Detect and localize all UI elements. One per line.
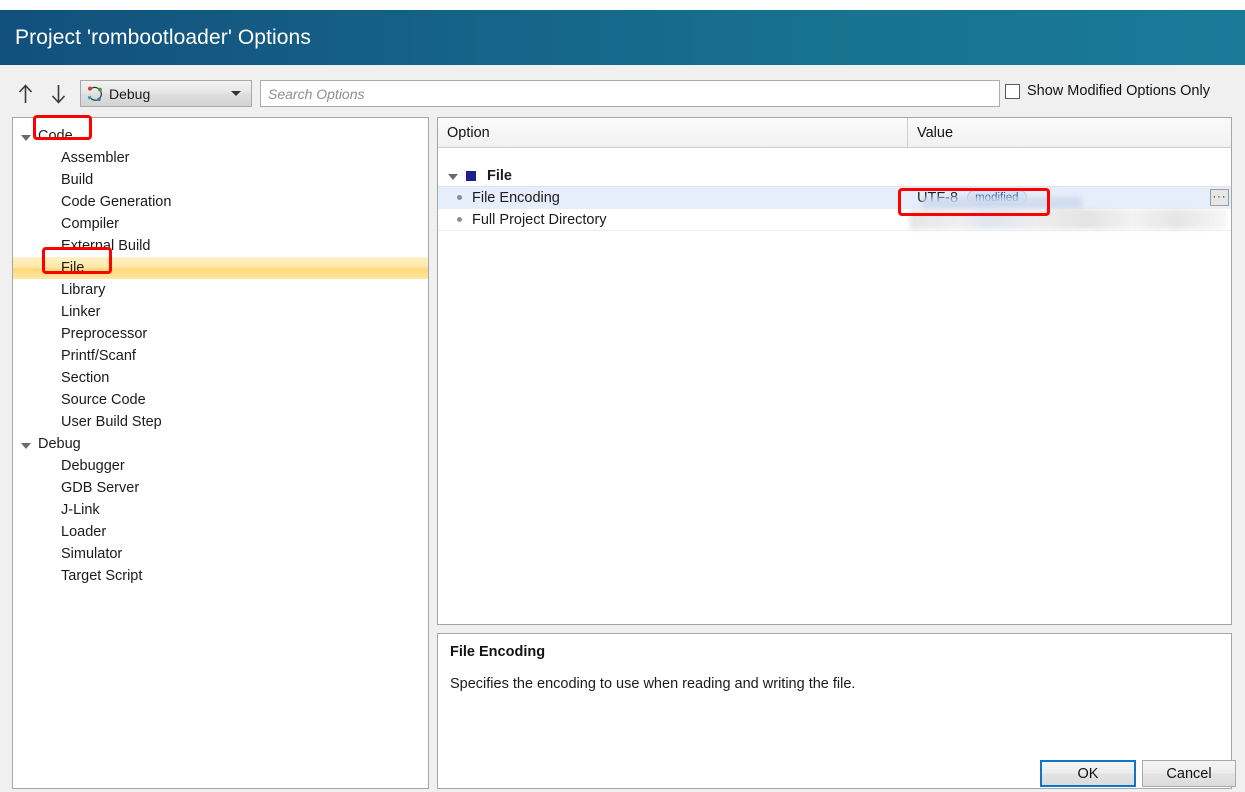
bullet-icon: [457, 217, 462, 222]
table-body: File File Encoding UTF-8 modified ···: [438, 148, 1231, 231]
option-label: File Encoding: [472, 189, 560, 206]
options-dialog: Project 'rombootloader' Options Debug Se…: [0, 0, 1245, 792]
sidebar-item-simulator[interactable]: Simulator: [13, 543, 428, 565]
tree-group-debug[interactable]: Debug: [13, 433, 428, 455]
tree-group-label: Debug: [38, 436, 81, 452]
checkbox-box-icon: [1005, 83, 1020, 99]
sidebar-item-linker[interactable]: Linker: [13, 301, 428, 323]
sidebar-item-user-build-step[interactable]: User Build Step: [13, 411, 428, 433]
tree-item-label: J-Link: [61, 502, 100, 518]
chevron-down-icon: [448, 174, 458, 180]
sidebar-item-build[interactable]: Build: [13, 169, 428, 191]
group-value-cell: [908, 165, 1231, 186]
tree-item-label: Debugger: [61, 458, 125, 474]
table-row[interactable]: File Encoding UTF-8 modified ···: [438, 187, 1231, 209]
tree-item-label: Build: [61, 172, 94, 188]
column-header-value[interactable]: Value: [908, 118, 1231, 147]
table-row[interactable]: Full Project Directory: [438, 197, 1231, 231]
sidebar-item-section[interactable]: Section: [13, 367, 428, 389]
build-config-icon: [86, 85, 104, 103]
chevron-down-icon: [21, 134, 31, 141]
cancel-button[interactable]: Cancel: [1142, 760, 1236, 787]
table-header-row: Option Value: [438, 118, 1231, 148]
sidebar-item-preprocessor[interactable]: Preprocessor: [13, 323, 428, 345]
ok-button[interactable]: OK: [1040, 760, 1136, 787]
description-text: Specifies the encoding to use when readi…: [450, 676, 856, 692]
tree-item-label: Preprocessor: [61, 326, 148, 342]
sidebar-item-compiler[interactable]: Compiler: [13, 213, 428, 235]
column-header-option[interactable]: Option: [438, 118, 908, 147]
navigate-forward-button[interactable]: [45, 80, 71, 108]
sidebar-item-assembler[interactable]: Assembler: [13, 147, 428, 169]
dialog-title: Project 'rombootloader' Options: [15, 25, 311, 49]
options-table[interactable]: Option Value File File Encoding ··· Full…: [437, 117, 1232, 625]
group-marker-icon: [466, 170, 476, 181]
sidebar-item-source-code[interactable]: Source Code: [13, 389, 428, 411]
sidebar-item-code-generation[interactable]: Code Generation: [13, 191, 428, 213]
tree-item-label: Section: [61, 370, 110, 386]
tree-item-label: External Build: [61, 238, 151, 254]
show-modified-only-label: Show Modified Options Only: [1027, 83, 1210, 99]
tree-item-label: Simulator: [61, 546, 123, 562]
tree-group-label: Code: [38, 128, 73, 144]
sidebar-item-target-script[interactable]: Target Script: [13, 565, 428, 587]
sidebar-item-file[interactable]: File: [13, 257, 428, 279]
table-group-file[interactable]: File: [438, 165, 1231, 187]
option-label: Full Project Directory: [472, 211, 607, 228]
tree-item-label: Target Script: [61, 568, 143, 584]
description-title: File Encoding: [450, 644, 546, 660]
tree-item-label: Compiler: [61, 216, 120, 232]
sidebar-item-debugger[interactable]: Debugger: [13, 455, 428, 477]
tree-item-label: Code Generation: [61, 194, 172, 210]
browse-button[interactable]: ···: [1210, 189, 1229, 206]
bullet-icon: [457, 195, 462, 200]
options-category-tree[interactable]: Code Assembler Build Code Generation Com…: [12, 117, 429, 789]
tree-group-code[interactable]: Code: [13, 125, 428, 147]
sidebar-item-library[interactable]: Library: [13, 279, 428, 301]
arrow-down-icon: [51, 85, 65, 104]
group-label: File: [487, 167, 512, 184]
search-placeholder: Search Options: [268, 85, 365, 102]
option-value-cell[interactable]: [908, 197, 1231, 230]
tree-item-label: Printf/Scanf: [61, 348, 136, 364]
option-name-cell: Full Project Directory: [438, 209, 908, 230]
tree-item-label: Assembler: [61, 150, 130, 166]
group-option-cell: File: [438, 165, 908, 186]
option-name-cell: File Encoding: [438, 187, 908, 208]
chevron-down-icon: [231, 91, 241, 96]
dialog-title-bar: Project 'rombootloader' Options: [0, 10, 1245, 65]
sidebar-item-external-build[interactable]: External Build: [13, 235, 428, 257]
window-top-edge: [0, 0, 1245, 10]
redacted-value-overlay: [910, 209, 1228, 229]
tree-item-label: Loader: [61, 524, 107, 540]
dialog-body: Debug Search Options Show Modified Optio…: [0, 65, 1245, 792]
tree-item-label: Linker: [61, 304, 101, 320]
show-modified-only-checkbox[interactable]: Show Modified Options Only: [1005, 83, 1210, 99]
chevron-down-icon: [21, 442, 31, 449]
sidebar-item-loader[interactable]: Loader: [13, 521, 428, 543]
options-toolbar: Debug Search Options Show Modified Optio…: [0, 80, 1245, 112]
search-options-input[interactable]: Search Options: [260, 80, 1000, 107]
sidebar-item-j-link[interactable]: J-Link: [13, 499, 428, 521]
tree-item-label: User Build Step: [61, 414, 162, 430]
sidebar-item-gdb-server[interactable]: GDB Server: [13, 477, 428, 499]
build-configuration-value: Debug: [109, 85, 151, 102]
tree-item-label: Library: [61, 282, 106, 298]
sidebar-item-printf-scanf[interactable]: Printf/Scanf: [13, 345, 428, 367]
navigate-back-button[interactable]: [12, 80, 38, 108]
tree-item-label: GDB Server: [61, 480, 140, 496]
build-configuration-combobox[interactable]: Debug: [80, 80, 252, 107]
arrow-up-icon: [18, 84, 32, 103]
tree-item-label: Source Code: [61, 392, 146, 408]
tree-item-label: File: [61, 260, 85, 276]
